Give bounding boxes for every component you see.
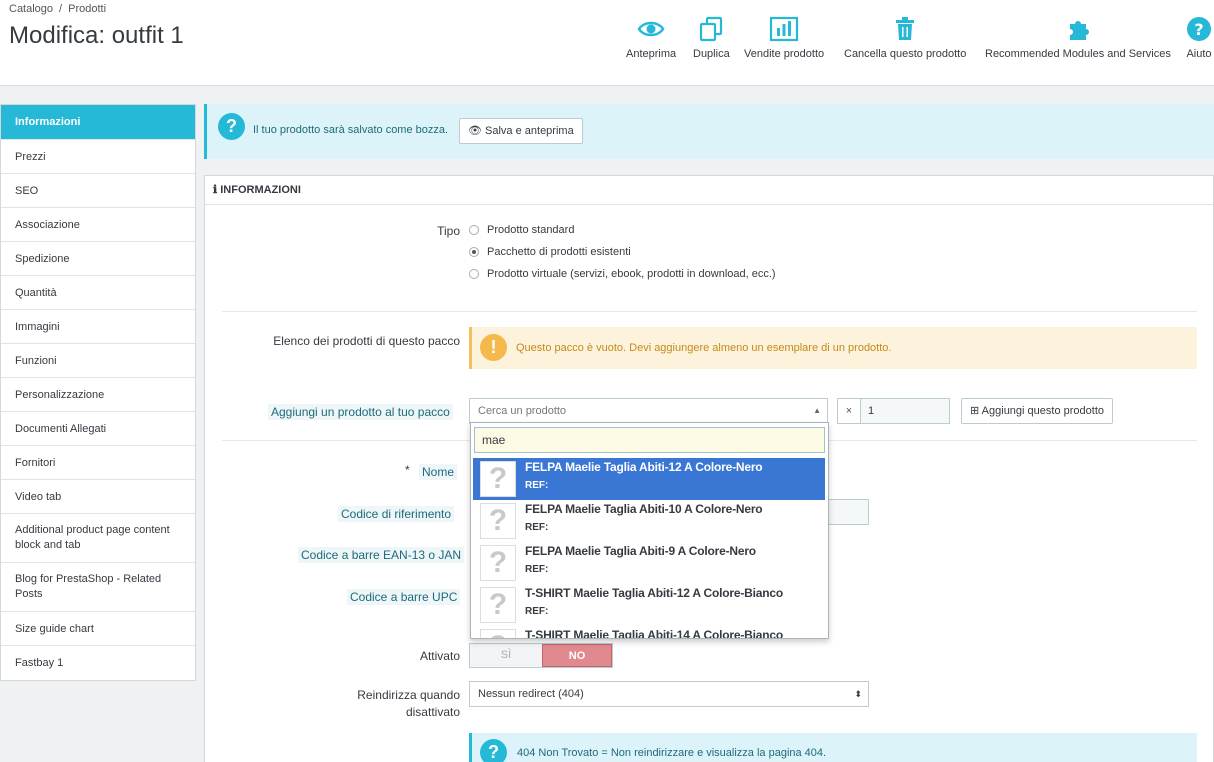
sidebar-item-video-tab[interactable]: Video tab (1, 480, 195, 514)
required-asterisk: * (405, 463, 410, 477)
product-search-dropdown: mae ? FELPA Maelie Taglia Abiti-12 A Col… (470, 422, 829, 639)
save-and-preview-button[interactable]: 👁 Salva e anteprima (459, 118, 583, 144)
draft-alert: ? Il tuo prodotto sarà salvato come bozz… (204, 104, 1214, 159)
sidebar-item-spedizione[interactable]: Spedizione (1, 242, 195, 276)
duplicate-button[interactable]: Duplica (693, 16, 730, 60)
dropdown-result[interactable]: ? FELPA Maelie Taglia Abiti-12 A Colore-… (473, 458, 825, 500)
sort-icon: ⬍ (854, 689, 862, 699)
sidebar-item-fornitori[interactable]: Fornitori (1, 446, 195, 480)
active-label: Attivato (419, 649, 460, 663)
dropdown-result[interactable]: ? FELPA Maelie Taglia Abiti-9 A Colore-N… (473, 542, 825, 584)
name-label: Nome (419, 464, 458, 480)
plus-square-icon: ⊞ (970, 405, 980, 417)
pack-list-label: Elenco dei prodotti di questo pacco (273, 334, 460, 348)
breadcrumb-catalog[interactable]: Catalogo (9, 3, 53, 15)
type-option-virtual[interactable]: Prodotto virtuale (servizi, ebook, prodo… (469, 268, 776, 280)
preview-button[interactable]: Anteprima (626, 16, 676, 60)
add-product-button[interactable]: ⊞ Aggiungi questo prodotto (961, 398, 1113, 424)
redirect-select[interactable]: Nessun redirect (404) ⬍ (469, 681, 869, 707)
quantity-input[interactable]: × 1 (837, 398, 950, 424)
eye-icon (626, 16, 676, 42)
product-sales-button[interactable]: Vendite prodotto (744, 16, 824, 60)
panel-heading: ℹ INFORMAZIONI (205, 176, 1213, 205)
dropdown-search-input[interactable]: mae (474, 427, 825, 453)
eye-icon: 👁 (468, 125, 482, 137)
pack-empty-warning: ! Questo pacco è vuoto. Devi aggiungere … (469, 327, 1197, 369)
page-title: Modifica: outfit 1 (9, 22, 184, 49)
recommended-modules-button[interactable]: Recommended Modules and Services (985, 16, 1171, 60)
sidebar-item-informazioni[interactable]: Informazioni (1, 105, 195, 140)
times-icon: × (838, 399, 861, 423)
sidebar-item-prezzi[interactable]: Prezzi (1, 140, 195, 174)
product-sidebar: Informazioni Prezzi SEO Associazione Spe… (0, 104, 196, 681)
help-icon: ? (1186, 16, 1212, 42)
sidebar-item-blog-related-posts[interactable]: Blog for PrestaShop - Related Posts (1, 563, 195, 612)
reference-input[interactable] (826, 499, 869, 525)
radio-virtual[interactable] (469, 269, 479, 279)
draft-alert-message: Il tuo prodotto sarà salvato come bozza. (253, 124, 449, 136)
dropdown-result[interactable]: ? T-SHIRT Maelie Taglia Abiti-14 A Color… (473, 626, 825, 638)
sidebar-item-fastbay[interactable]: Fastbay 1 (1, 646, 195, 680)
sidebar-item-documenti-allegati[interactable]: Documenti Allegati (1, 412, 195, 446)
toggle-no[interactable]: NO (542, 644, 612, 667)
upc-label: Codice a barre UPC (347, 589, 461, 605)
type-label: Tipo (437, 224, 460, 238)
placeholder-image-icon: ? (480, 461, 516, 497)
sidebar-item-associazione[interactable]: Associazione (1, 208, 195, 242)
warning-icon: ! (480, 334, 507, 361)
sidebar-item-funzioni[interactable]: Funzioni (1, 344, 195, 378)
dropdown-result[interactable]: ? FELPA Maelie Taglia Abiti-10 A Colore-… (473, 500, 825, 542)
dropdown-result[interactable]: ? T-SHIRT Maelie Taglia Abiti-12 A Color… (473, 584, 825, 626)
active-toggle[interactable]: SÌ NO (469, 643, 613, 668)
ean-label: Codice a barre EAN-13 o JAN (298, 547, 465, 563)
help-button[interactable]: ? Aiuto (1186, 16, 1212, 60)
page-header: Catalogo / Prodotti Modifica: outfit 1 Ant… (0, 0, 1214, 86)
divider (222, 311, 1197, 312)
redirect-label: Reindirizza quando disattivato (357, 688, 460, 719)
placeholder-image-icon: ? (480, 587, 516, 623)
type-option-standard[interactable]: Prodotto standard (469, 224, 574, 236)
placeholder-image-icon: ? (480, 629, 516, 638)
redirect-info-alert: ? 404 Non Trovato = Non reindirizzare e … (469, 733, 1197, 762)
radio-pack[interactable] (469, 247, 479, 257)
placeholder-image-icon: ? (480, 545, 516, 581)
trash-icon (844, 16, 966, 42)
sidebar-item-additional-content[interactable]: Additional product page content block an… (1, 514, 195, 563)
radio-standard[interactable] (469, 225, 479, 235)
question-icon: ? (218, 113, 245, 140)
sidebar-item-immagini[interactable]: Immagini (1, 310, 195, 344)
reference-label: Codice di riferimento (338, 506, 455, 522)
type-option-pack[interactable]: Pacchetto di prodotti esistenti (469, 246, 631, 258)
add-product-label: Aggiungi un prodotto al tuo pacco (268, 404, 453, 420)
puzzle-icon (985, 16, 1171, 42)
breadcrumb-products[interactable]: Prodotti (68, 3, 106, 15)
bar-chart-icon (744, 16, 824, 42)
question-icon: ? (480, 739, 507, 762)
copy-icon (693, 16, 730, 42)
sidebar-item-personalizzazione[interactable]: Personalizzazione (1, 378, 195, 412)
placeholder-image-icon: ? (480, 503, 516, 539)
sidebar-item-quantita[interactable]: Quantità (1, 276, 195, 310)
breadcrumb: Catalogo / Prodotti (9, 3, 107, 15)
info-icon: ℹ (213, 184, 218, 196)
toggle-yes[interactable]: SÌ (470, 644, 542, 667)
sidebar-item-size-guide[interactable]: Size guide chart (1, 612, 195, 646)
product-search-select[interactable]: Cerca un prodotto ▲ (469, 398, 828, 424)
delete-product-button[interactable]: Cancella questo prodotto (844, 16, 966, 60)
caret-up-icon: ▲ (813, 406, 821, 415)
svg-text:?: ? (1194, 20, 1203, 39)
sidebar-item-seo[interactable]: SEO (1, 174, 195, 208)
